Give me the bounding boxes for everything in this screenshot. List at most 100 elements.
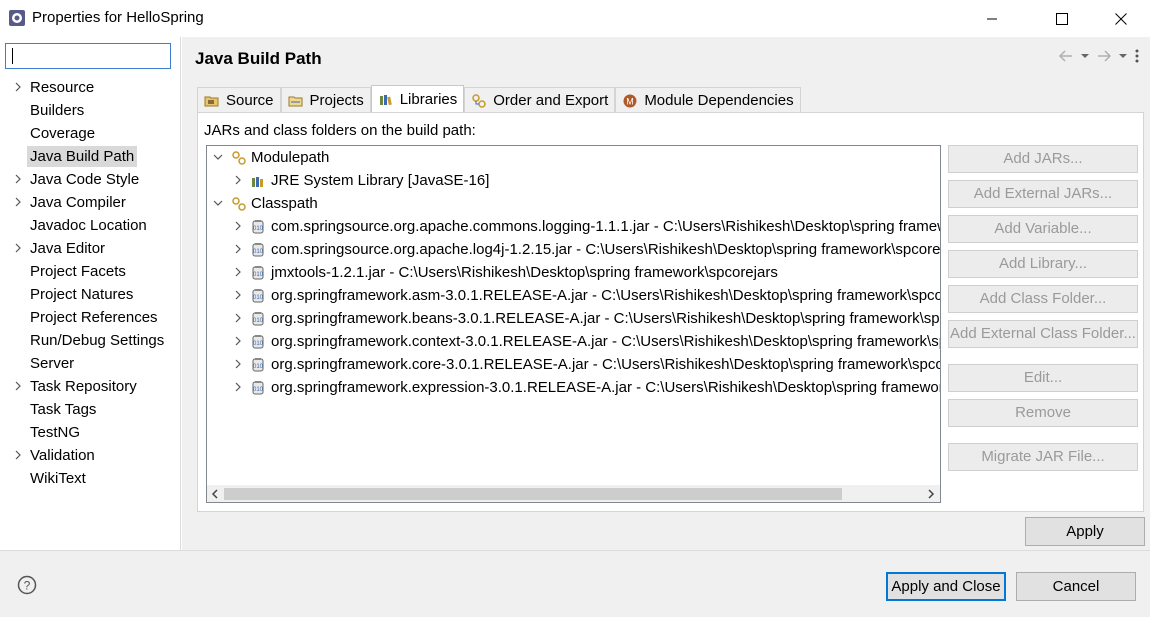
tree-item-label: com.springsource.org.apache.commons.logg… — [271, 218, 941, 235]
horizontal-scrollbar[interactable] — [207, 485, 940, 502]
scroll-right-icon[interactable] — [927, 489, 935, 499]
sidebar-item-java-compiler[interactable]: Java Compiler — [0, 191, 181, 214]
tab-projects[interactable]: Projects — [280, 87, 371, 113]
sidebar-item-java-code-style[interactable]: Java Code Style — [0, 168, 181, 191]
tree-item-label: Modulepath — [251, 149, 330, 166]
expand-chevron-icon[interactable] — [233, 175, 243, 185]
maximize-button[interactable] — [1039, 0, 1085, 37]
expand-chevron-icon[interactable] — [233, 267, 243, 277]
tree-node-jar[interactable]: 010 org.springframework.expression-3.0.1.… — [207, 376, 940, 399]
expand-chevron-icon[interactable] — [233, 336, 243, 346]
sidebar-item-label: Java Build Path — [27, 146, 138, 167]
expand-chevron-icon[interactable] — [13, 82, 23, 92]
collapse-chevron-icon[interactable] — [213, 152, 223, 162]
forward-arrow-icon[interactable] — [1096, 49, 1112, 63]
jar-file-icon: 010 — [252, 266, 264, 280]
sidebar-item-validation[interactable]: Validation — [0, 444, 181, 467]
expand-chevron-icon[interactable] — [233, 221, 243, 231]
sidebar-item-label: TestNG — [30, 424, 81, 441]
expand-chevron-icon[interactable] — [233, 382, 243, 392]
tree-node-jar[interactable]: 010 com.springsource.org.apache.log4j-1.2… — [207, 238, 940, 261]
tree-item-label: org.springframework.core-3.0.1.RELEASE-A… — [271, 356, 941, 373]
source-folder-icon — [204, 96, 219, 106]
add-jars-button[interactable]: Add JARs... — [948, 145, 1138, 173]
collapse-chevron-icon[interactable] — [213, 198, 223, 208]
tab-libraries[interactable]: Libraries — [370, 85, 465, 113]
tab-label: Projects — [309, 92, 364, 109]
expand-chevron-icon[interactable] — [233, 290, 243, 300]
tree-node-jar[interactable]: 010 org.springframework.beans-3.0.1.RELEA… — [207, 307, 940, 330]
remove-button[interactable]: Remove — [948, 399, 1138, 427]
svg-text:?: ? — [24, 579, 31, 593]
tree-node-classpath[interactable]: Classpath — [207, 192, 940, 215]
expand-chevron-icon[interactable] — [13, 381, 23, 391]
apply-and-close-button[interactable]: Apply and Close — [886, 572, 1006, 601]
add-variable-button[interactable]: Add Variable... — [948, 215, 1138, 243]
tree-node-jre-system-library[interactable]: JRE System Library [JavaSE-16] — [207, 169, 940, 192]
sidebar-item-task-repository[interactable]: Task Repository — [0, 375, 181, 398]
sidebar-item-builders[interactable]: Builders — [0, 99, 181, 122]
sidebar-item-project-natures[interactable]: Project Natures — [0, 283, 181, 306]
sidebar-item-javadoc-location[interactable]: Javadoc Location — [0, 214, 181, 237]
add-external-jars-button[interactable]: Add External JARs... — [948, 180, 1138, 208]
filter-input[interactable] — [5, 43, 171, 69]
sidebar-item-label: Project Natures — [30, 286, 134, 303]
sidebar-item-java-build-path[interactable]: Java Build Path — [0, 145, 181, 168]
expand-chevron-icon[interactable] — [13, 197, 23, 207]
svg-text:010: 010 — [253, 341, 264, 347]
sidebar-item-project-facets[interactable]: Project Facets — [0, 260, 181, 283]
back-arrow-icon[interactable] — [1058, 49, 1074, 63]
back-dropdown-icon[interactable] — [1080, 52, 1090, 60]
page-title: Java Build Path — [195, 49, 322, 68]
dialog-button-bar: ? Apply and Close Cancel — [0, 550, 1150, 617]
expand-chevron-icon[interactable] — [233, 244, 243, 254]
edit-button[interactable]: Edit... — [948, 364, 1138, 392]
tree-node-jar[interactable]: 010 org.springframework.core-3.0.1.RELEAS… — [207, 353, 940, 376]
title-bar: Properties for HelloSpring — [0, 0, 1150, 37]
sidebar-item-label: Project References — [30, 309, 158, 326]
sidebar-item-wikitext[interactable]: WikiText — [0, 467, 181, 490]
add-class-folder-button[interactable]: Add Class Folder... — [948, 285, 1138, 313]
view-menu-icon[interactable] — [1134, 48, 1140, 64]
sidebar-item-testng[interactable]: TestNG — [0, 421, 181, 444]
sidebar-item-java-editor[interactable]: Java Editor — [0, 237, 181, 260]
tree-node-jar[interactable]: 010 org.springframework.asm-3.0.1.RELEASE… — [207, 284, 940, 307]
sidebar-item-run-debug-settings[interactable]: Run/Debug Settings — [0, 329, 181, 352]
scroll-left-icon[interactable] — [211, 489, 219, 499]
tree-item-label: org.springframework.expression-3.0.1.REL… — [271, 379, 941, 396]
svg-text:M: M — [627, 96, 635, 106]
sidebar-item-task-tags[interactable]: Task Tags — [0, 398, 181, 421]
sidebar-item-label: Java Compiler — [30, 194, 126, 211]
tab-label: Libraries — [399, 91, 458, 108]
build-path-tree[interactable]: Modulepath JRE System Library [JavaSE-16]… — [206, 145, 941, 503]
expand-chevron-icon[interactable] — [233, 313, 243, 323]
tree-node-jar[interactable]: 010 com.springsource.org.apache.commons.l… — [207, 215, 940, 238]
tab-order-and-export[interactable]: Order and Export — [464, 87, 616, 113]
expand-chevron-icon[interactable] — [13, 174, 23, 184]
expand-chevron-icon[interactable] — [233, 359, 243, 369]
scrollbar-thumb[interactable] — [224, 488, 842, 500]
tab-source[interactable]: Source — [197, 87, 281, 113]
close-button[interactable] — [1098, 0, 1144, 37]
add-external-class-folder-button[interactable]: Add External Class Folder... — [948, 320, 1138, 348]
tree-node-jar[interactable]: 010 org.springframework.context-3.0.1.REL… — [207, 330, 940, 353]
expand-chevron-icon[interactable] — [13, 450, 23, 460]
tree-node-modulepath[interactable]: Modulepath — [207, 146, 940, 169]
expand-chevron-icon[interactable] — [13, 243, 23, 253]
svg-text:010: 010 — [253, 318, 264, 324]
sidebar-item-server[interactable]: Server — [0, 352, 181, 375]
minimize-button[interactable] — [969, 0, 1015, 37]
svg-text:010: 010 — [253, 249, 264, 255]
help-icon[interactable]: ? — [17, 575, 37, 595]
migrate-jar-file-button[interactable]: Migrate JAR File... — [948, 443, 1138, 471]
sidebar-item-label: Javadoc Location — [30, 217, 147, 234]
apply-button[interactable]: Apply — [1025, 517, 1145, 546]
add-library-button[interactable]: Add Library... — [948, 250, 1138, 278]
tab-module-dependencies[interactable]: M Module Dependencies — [615, 87, 801, 113]
tree-node-jar[interactable]: 010 jmxtools-1.2.1.jar - C:\Users\Rishike… — [207, 261, 940, 284]
cancel-button[interactable]: Cancel — [1016, 572, 1136, 601]
forward-dropdown-icon[interactable] — [1118, 52, 1128, 60]
sidebar-item-coverage[interactable]: Coverage — [0, 122, 181, 145]
sidebar-item-resource[interactable]: Resource — [0, 76, 181, 99]
sidebar-item-project-references[interactable]: Project References — [0, 306, 181, 329]
